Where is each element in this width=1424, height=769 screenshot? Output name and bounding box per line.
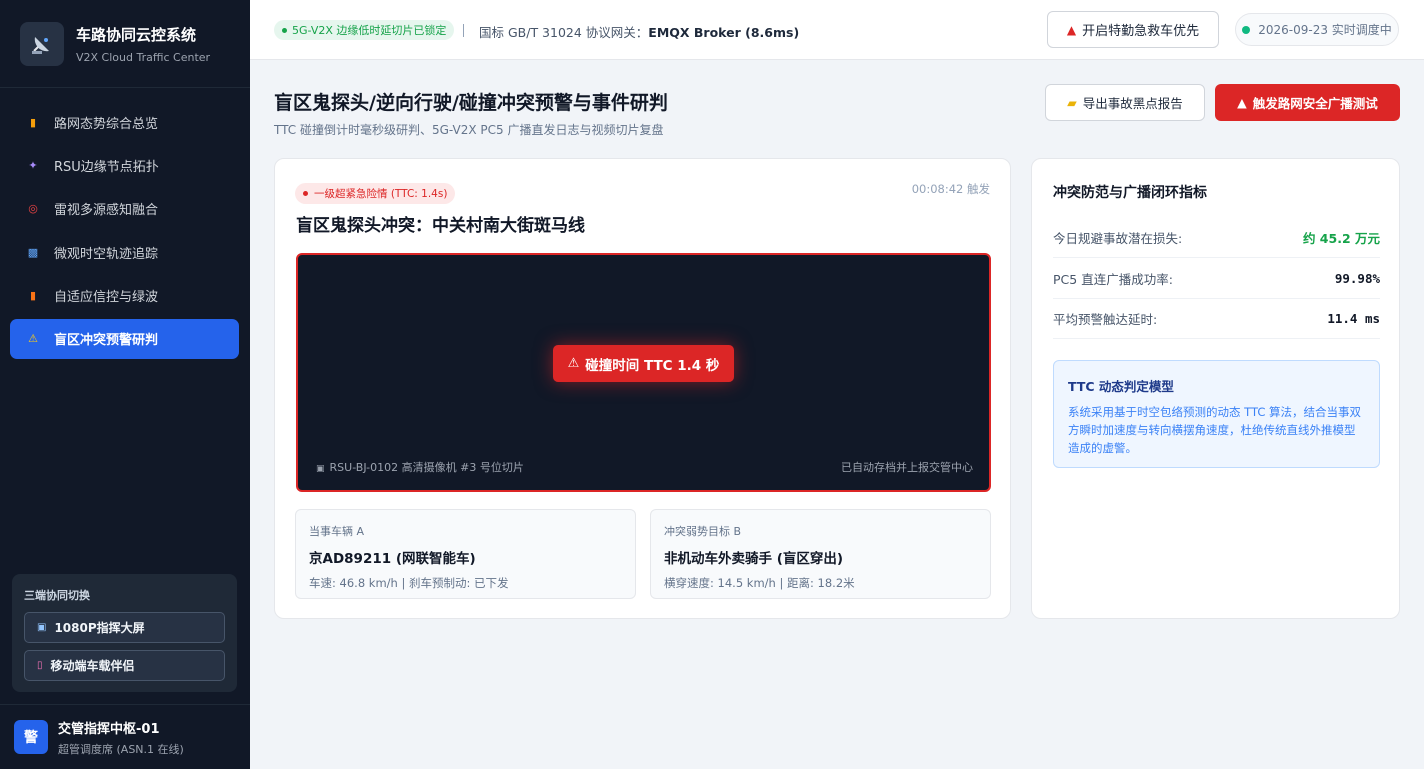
user-profile[interactable]: 警 交管指挥中枢-01 超管调度席 (ASN.1 在线) [0, 704, 250, 769]
user-name: 交管指挥中枢-01 [58, 721, 160, 737]
metrics-card: 冲突防范与广播闭环指标 今日规避事故潜在损失: 约 45.2 万元 PC5 直连广… [1031, 158, 1400, 619]
brand-title: 车路协同云控系统 [76, 25, 197, 44]
satellite-dish-icon [20, 21, 64, 66]
monitor-icon: ▣ [37, 622, 47, 633]
party-a-card: 当事车辆 A 京AD89211 (网联智能车) 车速: 46.8 km/h | … [295, 509, 636, 599]
event-card: 一级超紧急险情 (TTC: 1.4s) 00:08:42 触发 盲区鬼探头冲突：… [274, 158, 1011, 619]
status-dot-icon [282, 27, 287, 33]
gateway-info: 国标 GB/T 31024 协议网关：EMQX Broker (8.6ms) [479, 22, 799, 41]
divider [463, 24, 464, 37]
sidebar-item-label: 路网态势综合总览 [54, 116, 159, 132]
sidebar-nav: ▮ 路网态势综合总览 ✦ RSU边缘节点拓扑 ◎ 雷视多源感知融合 ▩ 微观时空轨迹追踪… [0, 88, 250, 359]
switch-panel-title: 三端协同切换 [24, 589, 90, 602]
video-source: ▣ RSU-BJ-0102 高清摄像机 #3 号位切片 [316, 459, 524, 475]
page-subtitle: TTC 碰撞倒计时毫秒级研判、5G-V2X PC5 广播直发日志与视频切片复盘 [274, 123, 664, 137]
sidebar-item-label: 微观时空轨迹追踪 [54, 246, 159, 262]
metrics-title: 冲突防范与广播闭环指标 [1053, 185, 1207, 201]
sidebar-item-label: RSU边缘节点拓扑 [54, 159, 159, 175]
sidebar-item-label: 盲区冲突预警研判 [54, 333, 159, 349]
siren-icon: ▲ [1066, 22, 1077, 37]
metric-row: PC5 直连广播成功率: 99.98% [1053, 259, 1380, 299]
date-status-text: 2026-09-23 实时调度中 [1258, 23, 1392, 37]
metric-label: 今日规避事故潜在损失: [1053, 231, 1183, 246]
alert-level-text: 一级超紧急险情 (TTC: 1.4s) [314, 188, 448, 200]
party-a-name: 京AD89211 (网联智能车) [309, 551, 476, 567]
broadcast-test-button[interactable]: ▲ 触发路网安全广播测试 [1215, 84, 1400, 121]
mobile-companion-button[interactable]: ▯ 移动端车载伴侣 [24, 650, 225, 681]
video-archive-status: 已自动存档并上报交管中心 [841, 461, 973, 474]
gateway-value: EMQX Broker (8.6ms) [648, 25, 800, 40]
metric-value: 11.4 ms [1327, 311, 1380, 326]
page-title: 盲区鬼探头/逆向行驶/碰撞冲突预警与事件研判 [274, 92, 668, 114]
broadcast-test-label: 触发路网安全广播测试 [1252, 96, 1378, 111]
folder-icon: ▰ [1067, 95, 1077, 110]
sidebar-item-trajectory[interactable]: ▩ 微观时空轨迹追踪 [10, 232, 239, 272]
network-status-badge: 5G-V2X 边缘低时延切片已锁定 [274, 20, 455, 40]
traffic-light-icon: ▮ [29, 289, 37, 303]
big-screen-label: 1080P指挥大屏 [54, 621, 145, 635]
map-icon: ▩ [27, 245, 39, 259]
party-b-name: 非机动车外卖骑手 (盲区穿出) [664, 551, 844, 567]
party-b-label: 冲突弱势目标 B [664, 525, 742, 538]
sidebar-item-overview[interactable]: ▮ 路网态势综合总览 [10, 102, 239, 142]
sidebar-item-signal-control[interactable]: ▮ 自适应信控与绿波 [10, 276, 239, 316]
emergency-priority-label: 开启特勤急救车优先 [1082, 24, 1200, 39]
party-a-detail: 车速: 46.8 km/h | 刹车预制动: 已下发 [309, 576, 509, 590]
ttc-model-info: TTC 动态判定模型 系统采用基于时空包络预测的动态 TTC 算法，结合当事双方… [1053, 360, 1380, 468]
trigger-time: 00:08:42 触发 [911, 182, 990, 196]
mobile-companion-label: 移动端车载伴侣 [50, 659, 135, 673]
satellite-icon: ✦ [28, 158, 38, 172]
sidebar-item-sensor-fusion[interactable]: ◎ 雷视多源感知融合 [10, 189, 239, 229]
sidebar-item-label: 雷视多源感知融合 [54, 203, 159, 219]
metric-row: 平均预警触达延时: 11.4 ms [1053, 299, 1380, 339]
export-report-label: 导出事故黑点报告 [1082, 96, 1183, 111]
event-title: 盲区鬼探头冲突：中关村南大街斑马线 [296, 216, 585, 236]
network-status-text: 5G-V2X 边缘低时延切片已锁定 [292, 24, 447, 37]
alert-level-badge: 一级超紧急险情 (TTC: 1.4s) [295, 183, 456, 204]
party-a-label: 当事车辆 A [309, 525, 365, 538]
party-b-detail: 横穿速度: 14.5 km/h | 距离: 18.2米 [664, 576, 855, 590]
topbar: 5G-V2X 边缘低时延切片已锁定 国标 GB/T 31024 协议网关：EMQ… [250, 0, 1424, 60]
model-description: 系统采用基于时空包络预测的动态 TTC 算法，结合当事双方瞬时加速度与转向横摆角… [1068, 405, 1362, 455]
model-title: TTC 动态判定模型 [1068, 379, 1174, 394]
metric-value: 99.98% [1334, 271, 1380, 286]
warning-icon: ⚠ [28, 332, 38, 346]
target-icon: ◎ [28, 202, 38, 216]
metric-row: 今日规避事故潜在损失: 约 45.2 万元 [1053, 218, 1380, 258]
video-source-text: RSU-BJ-0102 高清摄像机 #3 号位切片 [329, 461, 524, 474]
emergency-priority-button[interactable]: ▲ 开启特勤急救车优先 [1047, 11, 1219, 48]
ttc-text: 碰撞时间 TTC 1.4 秒 [585, 357, 720, 374]
user-role: 超管调度席 (ASN.1 在线) [58, 742, 184, 756]
avatar: 警 [14, 720, 48, 754]
siren-icon: ▲ [1237, 95, 1247, 110]
big-screen-button[interactable]: ▣ 1080P指挥大屏 [24, 612, 225, 643]
sidebar: 车路协同云控系统 V2X Cloud Traffic Center ▮ 路网态势综… [0, 0, 250, 769]
export-report-button[interactable]: ▰ 导出事故黑点报告 [1045, 84, 1205, 121]
metric-label: PC5 直连广播成功率: [1053, 272, 1173, 287]
video-clip[interactable]: ⚠ 碰撞时间 TTC 1.4 秒 ▣ RSU-BJ-0102 高清摄像机 #3 号位… [296, 253, 991, 492]
brand-subtitle: V2X Cloud Traffic Center [76, 50, 211, 64]
metric-label: 平均预警触达延时: [1053, 312, 1158, 327]
sidebar-item-label: 自适应信控与绿波 [54, 290, 159, 306]
phone-icon: ▯ [37, 660, 43, 671]
ttc-overlay: ⚠ 碰撞时间 TTC 1.4 秒 [553, 345, 734, 382]
terminal-switch-panel: 三端协同切换 ▣ 1080P指挥大屏 ▯ 移动端车载伴侣 [12, 574, 237, 692]
metric-value: 约 45.2 万元 [1302, 231, 1380, 246]
live-dot-icon [1242, 25, 1251, 34]
brand: 车路协同云控系统 V2X Cloud Traffic Center [0, 0, 250, 88]
date-status: 2026-09-23 实时调度中 [1235, 13, 1399, 46]
warning-icon: ⚠ [567, 356, 580, 371]
sidebar-item-rsu-topology[interactable]: ✦ RSU边缘节点拓扑 [10, 145, 239, 185]
party-b-card: 冲突弱势目标 B 非机动车外卖骑手 (盲区穿出) 横穿速度: 14.5 km/h… [650, 509, 991, 599]
chart-icon: ▮ [29, 115, 37, 129]
alert-dot-icon [303, 191, 308, 196]
gateway-label: 国标 GB/T 31024 协议网关： [479, 25, 649, 40]
sidebar-item-conflict-warning[interactable]: ⚠ 盲区冲突预警研判 [10, 318, 239, 359]
camera-icon: ▣ [316, 464, 325, 474]
